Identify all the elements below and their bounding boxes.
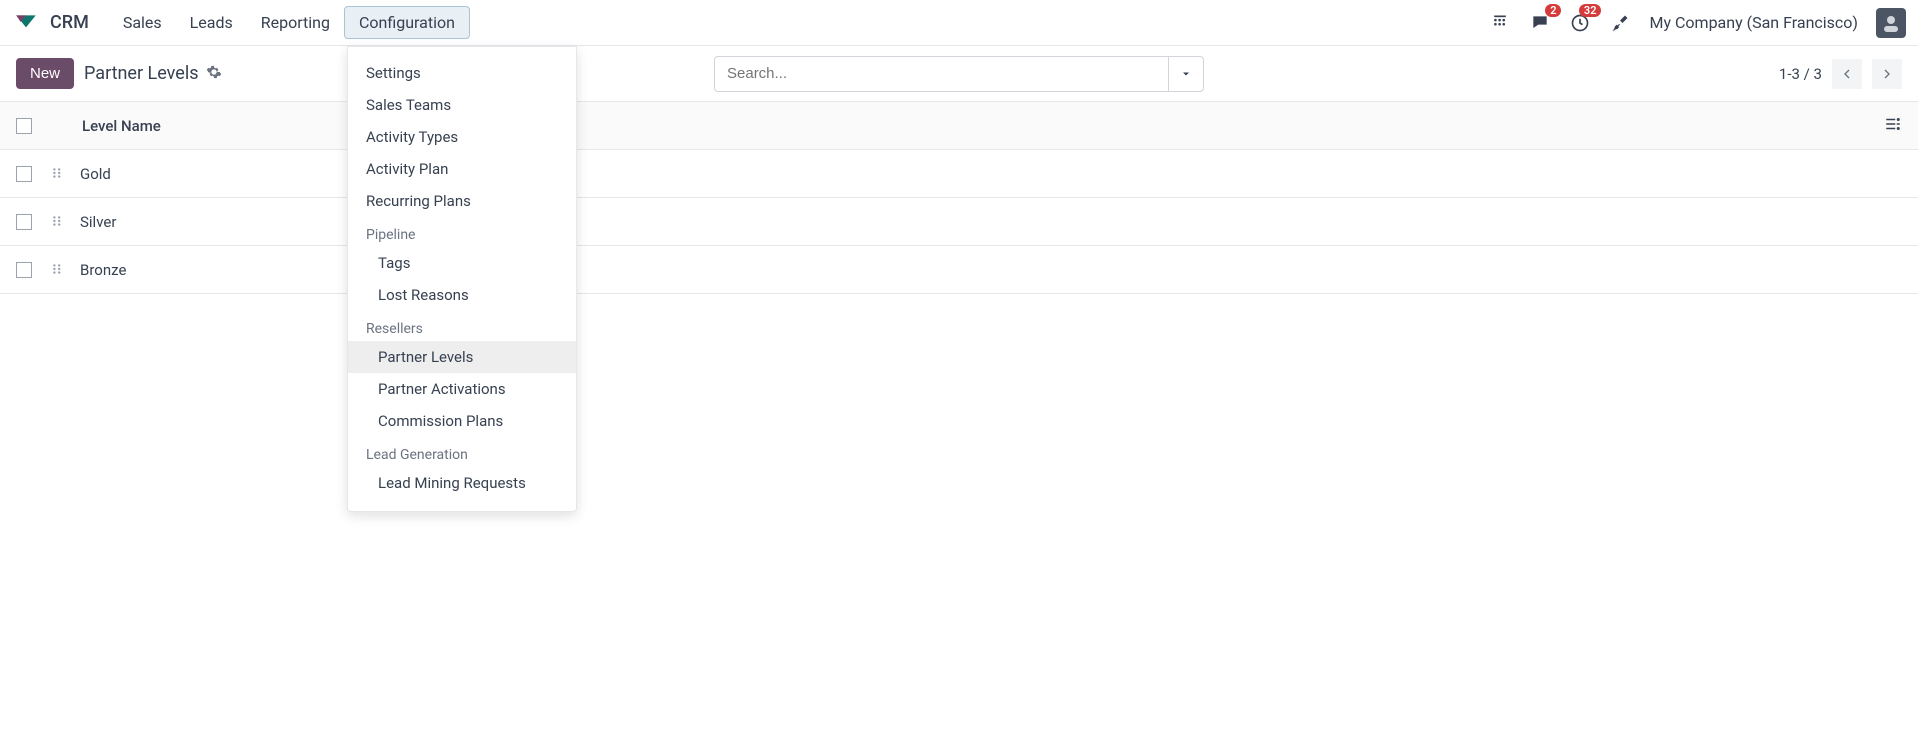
table-row[interactable]: Gold bbox=[0, 150, 1918, 198]
nav-configuration[interactable]: Configuration bbox=[344, 6, 470, 39]
gear-icon[interactable] bbox=[206, 64, 222, 84]
app-name[interactable]: CRM bbox=[50, 12, 89, 33]
nav-leads[interactable]: Leads bbox=[176, 7, 247, 38]
menu-tags[interactable]: Tags bbox=[348, 247, 576, 279]
menu-settings[interactable]: Settings bbox=[348, 57, 576, 89]
nav-sales[interactable]: Sales bbox=[109, 7, 176, 38]
menu-sales-teams[interactable]: Sales Teams bbox=[348, 89, 576, 121]
cell-level-name: Gold bbox=[80, 165, 111, 183]
search-dropdown-toggle[interactable] bbox=[1168, 56, 1204, 92]
menu-partner-activations[interactable]: Partner Activations bbox=[348, 373, 576, 405]
breadcrumb: Partner Levels bbox=[84, 63, 198, 84]
activities-badge: 32 bbox=[1579, 4, 1602, 17]
table-row[interactable]: Silver bbox=[0, 198, 1918, 246]
select-all-checkbox[interactable] bbox=[16, 118, 32, 134]
menu-lead-mining[interactable]: Lead Mining Requests bbox=[348, 467, 576, 499]
pager: 1-3 / 3 bbox=[1779, 59, 1902, 89]
menu-header-leadgen: Lead Generation bbox=[348, 437, 576, 467]
nav-reporting[interactable]: Reporting bbox=[247, 7, 344, 38]
user-avatar[interactable] bbox=[1876, 8, 1906, 38]
activities-icon[interactable]: 32 bbox=[1569, 12, 1591, 34]
pager-next[interactable] bbox=[1872, 59, 1902, 89]
drag-handle-icon[interactable] bbox=[52, 263, 66, 277]
search-wrap bbox=[714, 56, 1204, 92]
table-header-row: Level Name bbox=[0, 102, 1918, 150]
table-row[interactable]: Bronze bbox=[0, 246, 1918, 294]
pager-prev[interactable] bbox=[1832, 59, 1862, 89]
menu-header-pipeline: Pipeline bbox=[348, 217, 576, 247]
optional-columns-icon[interactable] bbox=[1884, 115, 1902, 137]
column-level-name[interactable]: Level Name bbox=[82, 117, 161, 135]
messages-badge: 2 bbox=[1545, 4, 1561, 17]
pager-text[interactable]: 1-3 / 3 bbox=[1779, 65, 1822, 83]
row-checkbox[interactable] bbox=[16, 214, 32, 230]
new-button[interactable]: New bbox=[16, 58, 74, 89]
app-logo[interactable] bbox=[12, 9, 40, 37]
menu-activity-types[interactable]: Activity Types bbox=[348, 121, 576, 153]
menu-lost-reasons[interactable]: Lost Reasons bbox=[348, 279, 576, 311]
drag-handle-icon[interactable] bbox=[52, 167, 66, 181]
row-checkbox[interactable] bbox=[16, 262, 32, 278]
menu-activity-plan[interactable]: Activity Plan bbox=[348, 153, 576, 185]
row-checkbox[interactable] bbox=[16, 166, 32, 182]
tools-icon[interactable] bbox=[1609, 12, 1631, 34]
menu-header-resellers: Resellers bbox=[348, 311, 576, 341]
menu-partner-levels[interactable]: Partner Levels bbox=[348, 341, 576, 373]
drag-handle-icon[interactable] bbox=[52, 215, 66, 229]
phone-icon[interactable] bbox=[1489, 12, 1511, 34]
menu-recurring-plans[interactable]: Recurring Plans bbox=[348, 185, 576, 217]
cell-level-name: Bronze bbox=[80, 261, 126, 279]
cell-level-name: Silver bbox=[80, 213, 116, 231]
messages-icon[interactable]: 2 bbox=[1529, 12, 1551, 34]
topbar: CRM Sales Leads Reporting Configuration … bbox=[0, 0, 1918, 46]
configuration-dropdown: Settings Sales Teams Activity Types Acti… bbox=[347, 46, 577, 512]
menu-commission-plans[interactable]: Commission Plans bbox=[348, 405, 576, 437]
company-selector[interactable]: My Company (San Francisco) bbox=[1649, 13, 1858, 32]
search-input[interactable] bbox=[714, 56, 1168, 92]
control-panel: New Partner Levels 1-3 / 3 bbox=[0, 46, 1918, 102]
